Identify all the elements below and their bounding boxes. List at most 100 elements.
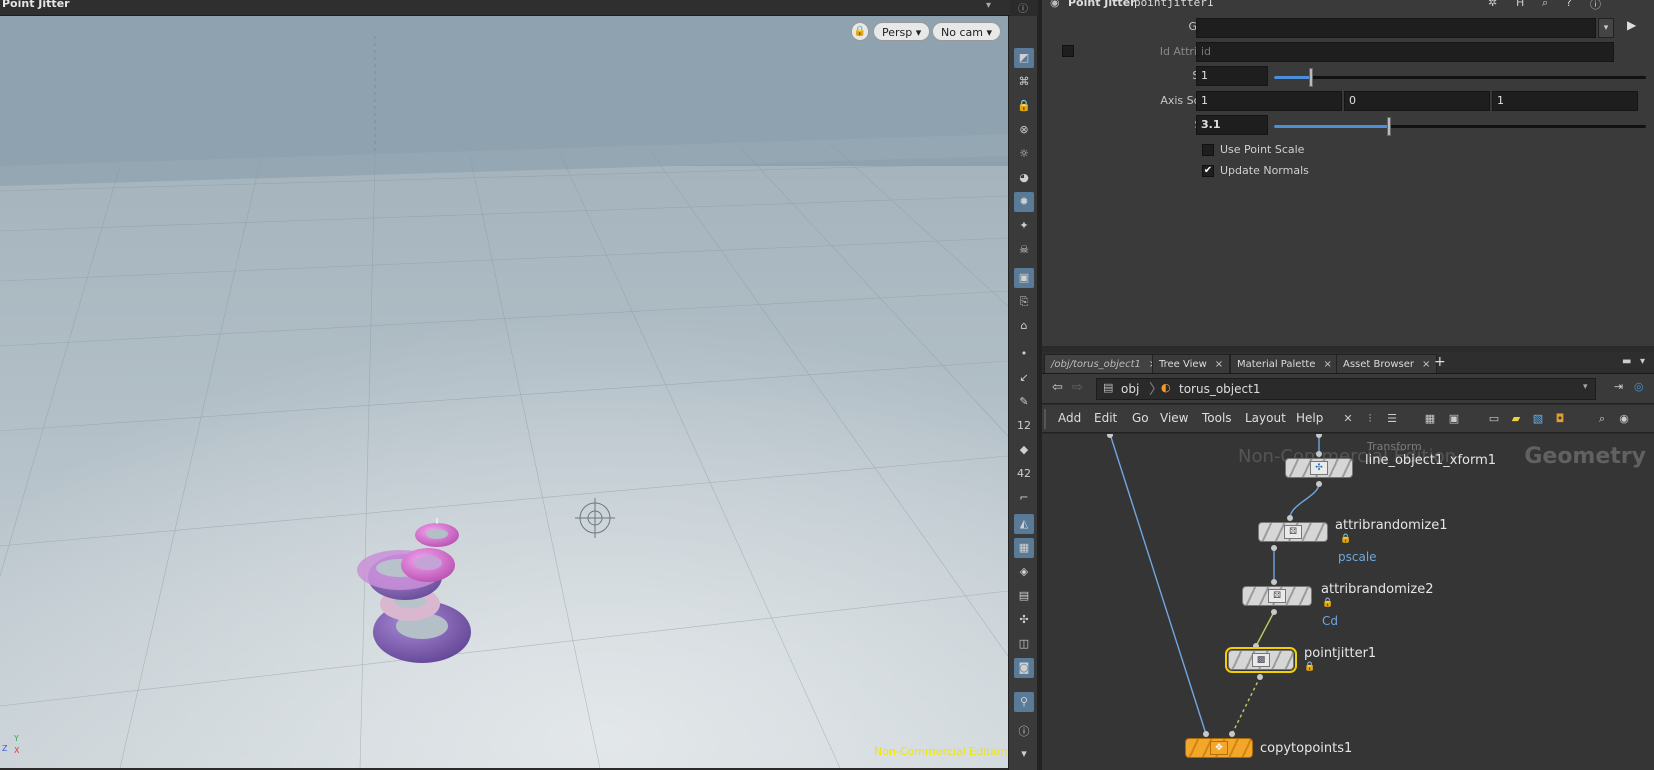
pane-menu-icon[interactable]: ▾ bbox=[1640, 356, 1645, 367]
image-icon[interactable]: ▧ bbox=[1530, 411, 1546, 427]
search-icon[interactable]: ⌕ bbox=[1542, 0, 1548, 10]
forward-arrow-icon[interactable]: ⇨ bbox=[1072, 380, 1083, 395]
template-icon[interactable]: ⎘ bbox=[1014, 292, 1034, 312]
use-point-scale-checkbox[interactable] bbox=[1202, 144, 1214, 156]
question-icon[interactable]: ? bbox=[1566, 0, 1572, 9]
pane-layout-icon[interactable]: ▬ bbox=[1622, 356, 1631, 367]
normal-icon[interactable]: ↙ bbox=[1014, 368, 1034, 388]
skull-icon[interactable]: ☠ bbox=[1014, 240, 1034, 260]
axis-scale-y-input[interactable]: 0 bbox=[1344, 91, 1490, 111]
layers-icon[interactable]: ◫ bbox=[1014, 634, 1034, 654]
node-attribrandomize1[interactable]: ⚄ bbox=[1258, 522, 1328, 542]
info-circle-icon[interactable]: ⓘ bbox=[1014, 722, 1034, 742]
list-icon[interactable]: ☰ bbox=[1384, 411, 1400, 427]
pane-splitter[interactable] bbox=[1042, 346, 1654, 348]
shading-sphere-icon[interactable]: ◕ bbox=[1014, 168, 1034, 188]
prim-icon[interactable]: ◆ bbox=[1014, 440, 1034, 460]
pin-icon[interactable]: ⚲ bbox=[1014, 692, 1034, 712]
network-box-icon[interactable]: ▭ bbox=[1486, 411, 1502, 427]
seed-input[interactable]: 3.1 bbox=[1196, 115, 1268, 135]
axis-scale-x-input[interactable]: 1 bbox=[1196, 91, 1342, 111]
scale-slider[interactable] bbox=[1274, 68, 1646, 87]
display-options-icon[interactable]: ▣ bbox=[1014, 268, 1034, 288]
menu-add[interactable]: Add bbox=[1058, 411, 1081, 425]
menu-layout[interactable]: Layout bbox=[1245, 411, 1286, 425]
search-icon[interactable]: ⌕ bbox=[1594, 411, 1610, 427]
close-circle-icon[interactable]: ⊗ bbox=[1014, 120, 1034, 140]
wrench-icon[interactable]: ✕ bbox=[1340, 411, 1356, 427]
transform-icon[interactable]: ✣ bbox=[1014, 610, 1034, 630]
persp-menu-button[interactable]: Persp ▾ bbox=[873, 22, 931, 41]
node-copytopoints1[interactable]: ✥ bbox=[1185, 738, 1253, 758]
tree-icon[interactable]: ⫶ bbox=[1362, 411, 1378, 427]
camera-menu-button[interactable]: No cam ▾ bbox=[932, 22, 1001, 41]
info-icon[interactable]: ⓘ bbox=[1590, 0, 1601, 12]
help-icon[interactable]: H bbox=[1516, 0, 1524, 9]
update-normals-checkbox[interactable]: ✔ bbox=[1202, 165, 1214, 177]
lock-icon[interactable]: 🔒 bbox=[1014, 96, 1034, 116]
node-xform[interactable]: ✣ bbox=[1285, 458, 1353, 478]
menu-help[interactable]: Help bbox=[1296, 411, 1323, 425]
viewport-menu-icon[interactable]: ▾ bbox=[986, 0, 991, 11]
add-tab-icon[interactable]: + bbox=[1434, 354, 1446, 370]
point-number-icon[interactable]: 12 bbox=[1014, 416, 1034, 436]
tab-asset-browser[interactable]: Asset Browser × bbox=[1336, 354, 1438, 373]
scene-viewport[interactable]: 🔒 Persp ▾ No cam ▾ Y Z X Non-Commercial … bbox=[0, 16, 1008, 768]
point-icon[interactable]: • bbox=[1014, 344, 1034, 364]
snapping-icon[interactable]: ⌘ bbox=[1014, 72, 1034, 92]
sticky-note-icon[interactable]: ▰ bbox=[1508, 411, 1524, 427]
group-dropdown-button[interactable]: ▾ bbox=[1598, 18, 1614, 38]
prim-number-icon[interactable]: 42 bbox=[1014, 464, 1034, 484]
tiles-icon[interactable]: ▣ bbox=[1446, 411, 1462, 427]
node-attribrandomize1-label: attribrandomize1 bbox=[1335, 518, 1448, 533]
wireframe-icon[interactable]: ◭ bbox=[1014, 514, 1034, 534]
id-attribute-toggle[interactable] bbox=[1062, 45, 1074, 57]
menu-go[interactable]: Go bbox=[1132, 411, 1149, 425]
path-dropdown-icon[interactable]: ▾ bbox=[1583, 382, 1588, 392]
node-name-field[interactable]: pointjitter1 bbox=[1134, 0, 1213, 9]
network-editor[interactable]: Non-Commercial Edition Geometry ✣ Transf… bbox=[1042, 434, 1654, 770]
portrait-icon[interactable]: ◙ bbox=[1014, 658, 1034, 678]
node-pointjitter1[interactable]: ▩ bbox=[1225, 647, 1297, 673]
selection-mode-icon[interactable]: ◩ bbox=[1014, 48, 1034, 68]
axis-scale-z-input[interactable]: 1 bbox=[1492, 91, 1638, 111]
bulb-icon[interactable]: ☼ bbox=[1014, 144, 1034, 164]
scale-slider-knob[interactable] bbox=[1309, 68, 1313, 87]
dots-icon[interactable]: ◘ bbox=[1552, 411, 1568, 427]
seed-slider-knob[interactable] bbox=[1387, 117, 1391, 136]
grid-icon[interactable]: ▦ bbox=[1014, 538, 1034, 558]
node-attribrandomize2[interactable]: ⚄ bbox=[1242, 586, 1312, 606]
link-icon[interactable]: ◎ bbox=[1634, 380, 1644, 393]
uv-icon[interactable]: ▤ bbox=[1014, 586, 1034, 606]
light-icon[interactable]: ✦ bbox=[1014, 216, 1034, 236]
expand-down-icon[interactable]: ▾ bbox=[1014, 744, 1034, 764]
viewport-lock-button[interactable]: 🔒 bbox=[851, 22, 869, 41]
diamond-icon[interactable]: ◈ bbox=[1014, 562, 1034, 582]
info-icon[interactable]: ⓘ bbox=[1018, 0, 1028, 15]
tab-material-palette[interactable]: Material Palette × bbox=[1230, 354, 1339, 373]
select-arrow-icon[interactable]: ▶ bbox=[1627, 18, 1636, 32]
headlight-icon[interactable]: ✹ bbox=[1014, 192, 1034, 212]
menu-view[interactable]: View bbox=[1160, 411, 1188, 425]
seed-slider[interactable] bbox=[1274, 117, 1646, 136]
path-root[interactable]: obj bbox=[1121, 382, 1139, 396]
group-input[interactable] bbox=[1196, 18, 1596, 38]
close-icon[interactable]: × bbox=[1422, 359, 1430, 370]
pin-icon[interactable]: ⇥ bbox=[1614, 380, 1623, 393]
brush-icon[interactable]: ✎ bbox=[1014, 392, 1034, 412]
tab-network[interactable]: /obj/torus_object1× bbox=[1044, 354, 1165, 373]
grid-icon[interactable]: ▦ bbox=[1422, 411, 1438, 427]
camera-icon[interactable]: ⌂ bbox=[1014, 316, 1034, 336]
close-icon[interactable]: × bbox=[1323, 359, 1331, 370]
gear-icon[interactable]: ✲ bbox=[1488, 0, 1497, 9]
path-node[interactable]: torus_object1 bbox=[1179, 382, 1260, 396]
back-arrow-icon[interactable]: ⇦ bbox=[1052, 380, 1063, 395]
tab-tree-view[interactable]: Tree View × bbox=[1152, 354, 1231, 373]
scale-input[interactable]: 1 bbox=[1196, 66, 1268, 86]
close-icon[interactable]: × bbox=[1215, 359, 1223, 370]
menu-edit[interactable]: Edit bbox=[1094, 411, 1117, 425]
menu-tools[interactable]: Tools bbox=[1202, 411, 1232, 425]
id-attribute-input[interactable]: id bbox=[1196, 42, 1614, 62]
edge-icon[interactable]: ⌐ bbox=[1014, 488, 1034, 508]
eye-icon[interactable]: ◉ bbox=[1616, 411, 1632, 427]
